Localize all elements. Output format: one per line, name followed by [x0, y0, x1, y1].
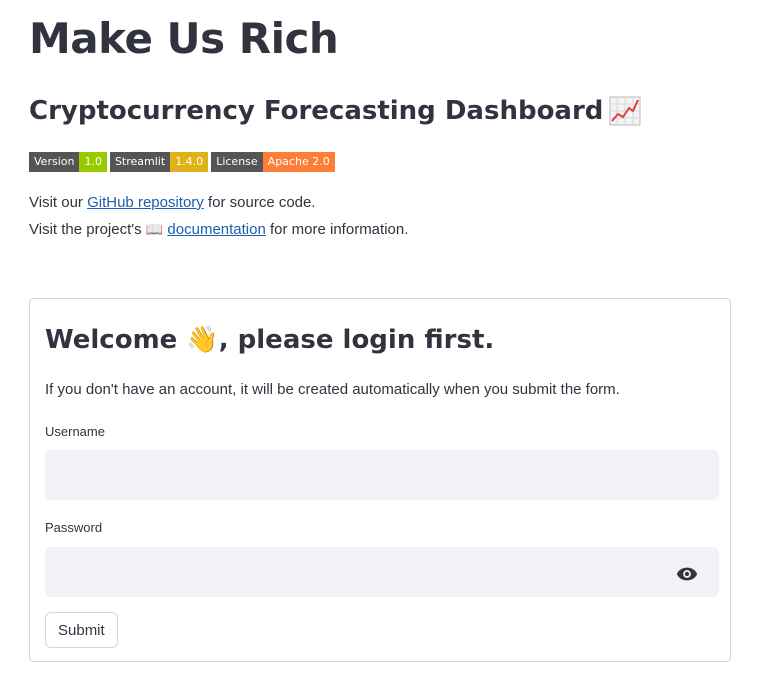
- github-link[interactable]: GitHub repository: [87, 194, 204, 211]
- account-info-text: If you don't have an account, it will be…: [45, 381, 620, 398]
- password-input[interactable]: [45, 547, 719, 597]
- waving-hand-icon: 👋: [186, 325, 219, 355]
- username-input[interactable]: [45, 450, 719, 500]
- license-badge[interactable]: License Apache 2.0: [211, 152, 335, 172]
- streamlit-badge[interactable]: Streamlit 1.4.0: [109, 152, 209, 172]
- page-title: Make Us Rich: [29, 14, 339, 63]
- subtitle-text: Cryptocurrency Forecasting Dashboard: [29, 96, 604, 126]
- page-subtitle: Cryptocurrency Forecasting Dashboard: [29, 96, 641, 126]
- submit-button[interactable]: Submit: [45, 612, 118, 648]
- book-icon: 📖: [145, 221, 164, 237]
- chart-increasing-icon: [609, 96, 641, 126]
- login-form: Welcome 👋, please login first. If you do…: [29, 298, 731, 662]
- welcome-heading: Welcome 👋, please login first.: [45, 325, 495, 355]
- docs-line: Visit the project's 📖 documentation for …: [29, 216, 408, 243]
- documentation-link[interactable]: documentation: [167, 221, 265, 238]
- version-badge[interactable]: Version 1.0: [29, 152, 107, 172]
- password-label: Password: [45, 520, 103, 535]
- badge-row: Version 1.0 Streamlit 1.4.0 License Apac…: [29, 152, 335, 172]
- show-password-eye-icon[interactable]: [676, 563, 698, 585]
- username-label: Username: [45, 424, 105, 439]
- github-line: Visit our GitHub repository for source c…: [29, 194, 316, 211]
- info-links: Visit our GitHub repository for source c…: [29, 190, 408, 243]
